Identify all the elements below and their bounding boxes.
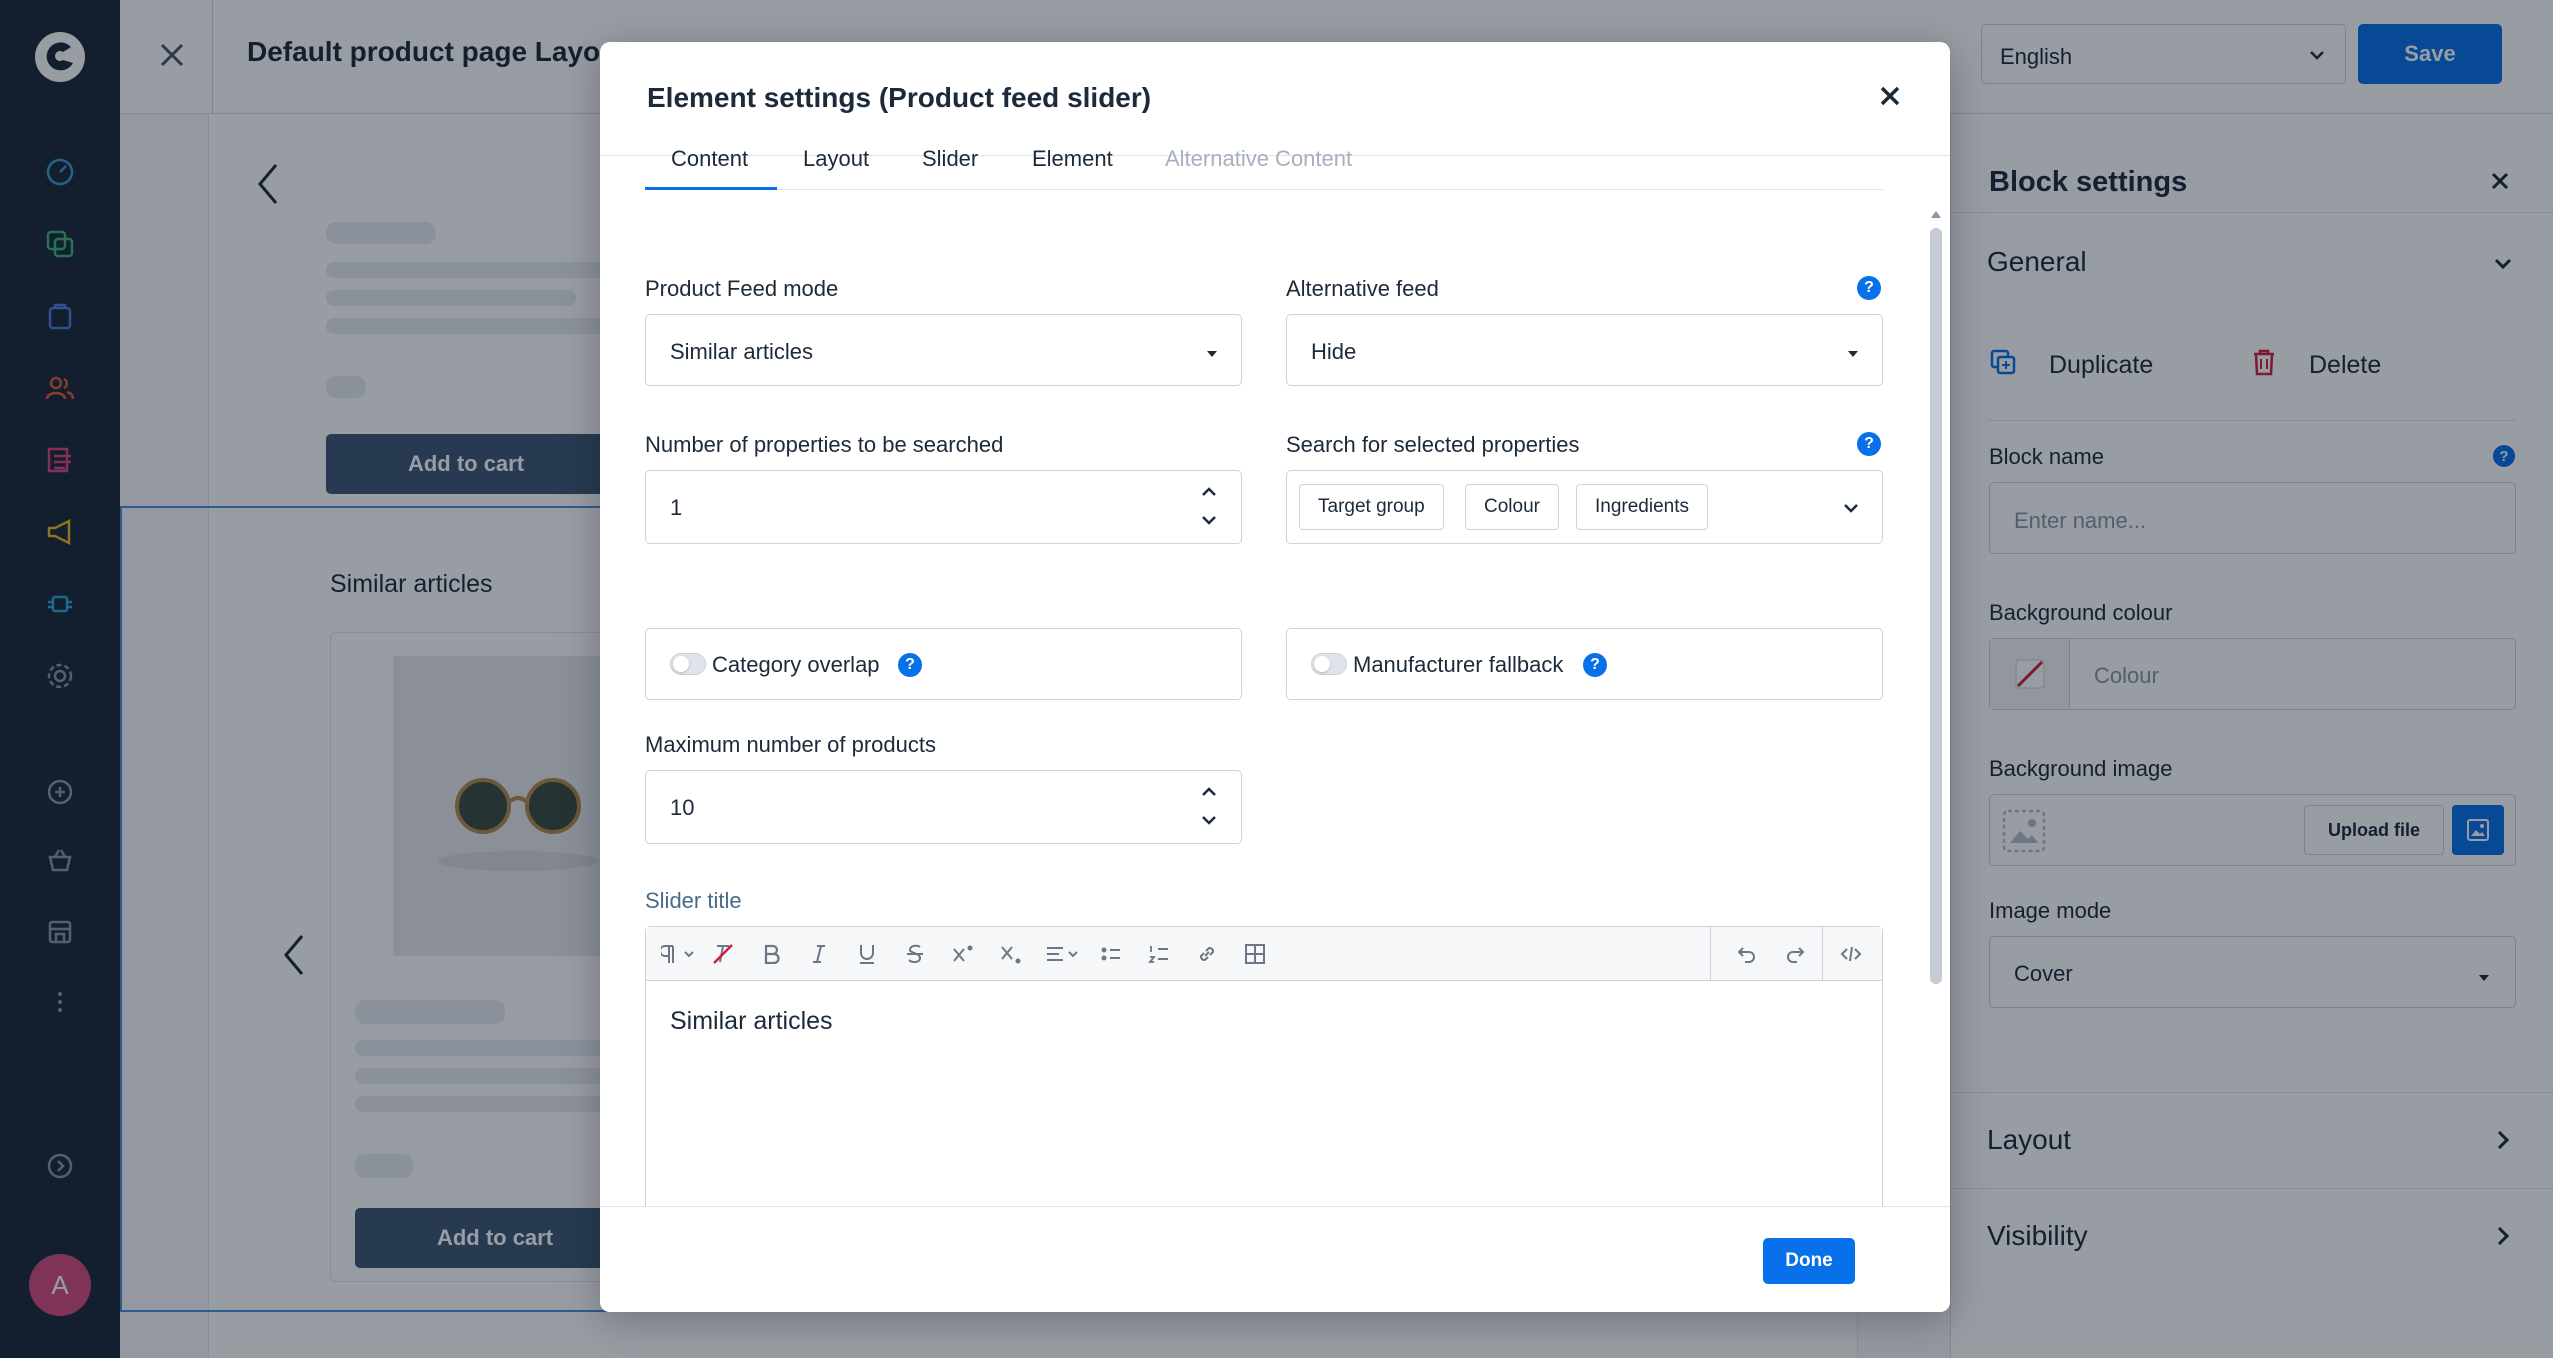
subscript-icon[interactable] [998, 941, 1024, 967]
alternative-feed-value: Hide [1311, 339, 1357, 364]
modal-footer: Done [600, 1206, 1950, 1312]
toggle-switch[interactable] [670, 653, 706, 675]
modal-title: Element settings (Product feed slider) [647, 82, 1152, 113]
help-icon[interactable]: ? [898, 653, 922, 677]
code-view-icon[interactable] [1838, 941, 1864, 967]
paragraph-format-icon[interactable] [660, 941, 700, 967]
chevron-down-icon [1842, 497, 1860, 523]
alternative-feed-label: Alternative feed [1286, 276, 1439, 301]
superscript-icon[interactable] [950, 941, 976, 967]
manufacturer-fallback-label: Manufacturer fallback [1353, 652, 1564, 677]
tab-layout[interactable]: Layout [803, 146, 869, 172]
tab-content[interactable]: Content [671, 146, 748, 172]
manufacturer-fallback-switch[interactable]: Manufacturer fallback ? [1286, 628, 1883, 700]
bullet-list-icon[interactable] [1098, 941, 1124, 967]
product-feed-mode-value: Similar articles [670, 339, 814, 364]
property-chip[interactable]: Target group [1299, 484, 1444, 530]
product-feed-mode-label: Product Feed mode [645, 276, 839, 301]
align-icon[interactable] [1044, 941, 1084, 967]
max-products-label: Maximum number of products [645, 732, 936, 757]
category-overlap-switch[interactable]: Category overlap ? [645, 628, 1242, 700]
done-button[interactable]: Done [1763, 1238, 1855, 1284]
toolbar-divider [1822, 927, 1823, 981]
table-icon[interactable] [1242, 941, 1268, 967]
property-chip[interactable]: Ingredients [1576, 484, 1709, 530]
element-settings-modal: Element settings (Product feed slider) C… [600, 42, 1950, 1312]
remove-format-icon[interactable] [710, 941, 736, 967]
toolbar-divider [1710, 927, 1711, 981]
tab-slider[interactable]: Slider [922, 146, 978, 172]
modal-tabs: Content Layout Slider Element Alternativ… [645, 128, 1883, 190]
link-icon[interactable] [1194, 941, 1220, 967]
underline-icon[interactable] [854, 941, 880, 967]
scrollbar-thumb[interactable] [1930, 228, 1942, 984]
property-chip[interactable]: Colour [1465, 484, 1559, 530]
alternative-feed-select[interactable]: Hide [1286, 314, 1883, 386]
strikethrough-icon[interactable] [902, 941, 928, 967]
tab-alternative-content: Alternative Content [1165, 146, 1353, 171]
tab-element[interactable]: Element [1032, 146, 1113, 172]
product-feed-mode-select[interactable]: Similar articles [645, 314, 1242, 386]
num-properties-label: Number of properties to be searched [645, 432, 1004, 457]
help-icon[interactable]: ? [1583, 653, 1607, 677]
scroll-up-icon[interactable] [1930, 206, 1942, 224]
max-products-input[interactable]: 10 [645, 770, 1242, 844]
editor-content[interactable]: Similar articles [670, 1007, 833, 1036]
caret-down-icon [1205, 341, 1219, 367]
help-icon[interactable]: ? [1857, 276, 1881, 300]
editor-toolbar [646, 927, 1882, 981]
help-icon[interactable]: ? [1857, 432, 1881, 456]
undo-icon[interactable] [1734, 941, 1760, 967]
num-properties-input[interactable]: 1 [645, 470, 1242, 544]
active-tab-indicator [645, 187, 777, 190]
toggle-switch[interactable] [1311, 653, 1347, 675]
close-icon[interactable] [1878, 84, 1902, 113]
bold-icon[interactable] [758, 941, 784, 967]
caret-down-icon [1846, 341, 1860, 367]
redo-icon[interactable] [1782, 941, 1808, 967]
number-stepper-icon[interactable] [1199, 781, 1219, 831]
search-props-multiselect[interactable]: Target group Colour Ingredients [1286, 470, 1883, 544]
category-overlap-label: Category overlap [712, 652, 880, 677]
max-products-value: 10 [670, 795, 695, 820]
number-stepper-icon[interactable] [1199, 481, 1219, 531]
slider-title-label: Slider title [645, 888, 742, 913]
search-props-label: Search for selected properties [1286, 432, 1580, 457]
numbered-list-icon[interactable] [1146, 941, 1172, 967]
italic-icon[interactable] [806, 941, 832, 967]
num-properties-value: 1 [670, 495, 683, 520]
